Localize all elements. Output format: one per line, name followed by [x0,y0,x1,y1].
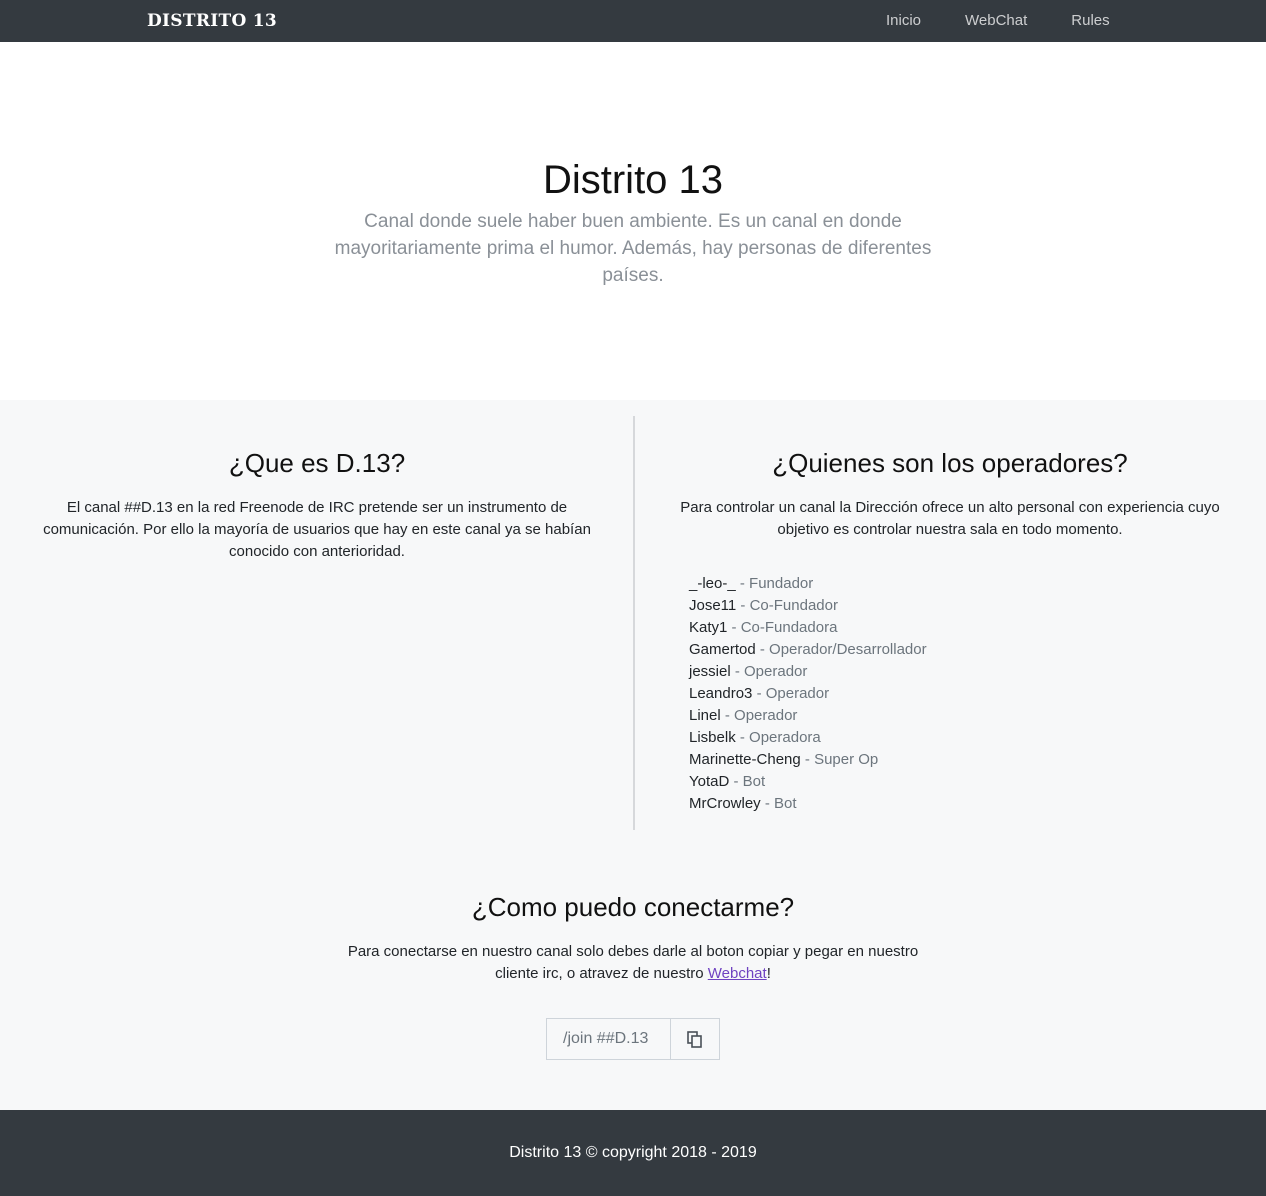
operator-role: - Co-Fundadora [727,619,838,636]
operators-title: ¿Quienes son los operadores? [772,448,1128,478]
operator-nick: Linel [689,707,721,724]
list-item: MrCrowley - Bot [689,793,1266,815]
navbar: DISTRITO 13 Inicio WebChat Rules [0,0,1266,42]
operator-role: - Bot [760,795,797,812]
list-item: Gamertod - Operador/Desarrollador [689,639,1266,661]
operator-nick: _-leo-_ [689,575,736,592]
operator-nick: Jose11 [689,597,737,614]
list-item: Leandro3 - Operador [689,683,1266,705]
operator-role: - Super Op [800,751,879,768]
operator-nick: Gamertod [689,641,756,658]
operator-nick: Leandro3 [689,685,753,702]
operator-nick: jessiel [689,663,731,680]
copy-icon [687,1030,702,1048]
about-section: ¿Que es D.13? El canal ##D.13 en la red … [0,400,1266,1110]
about-title: ¿Que es D.13? [228,448,406,478]
operator-role: - Fundador [735,575,814,592]
list-item: Katy1 - Co-Fundadora [689,617,1266,639]
webchat-link[interactable]: Webchat [708,965,767,982]
copy-button[interactable] [671,1019,719,1059]
footer: Distrito 13 © copyright 2018 - 2019 [0,1110,1266,1196]
operators-list: _-leo-_ - Fundador Jose11 - Co-Fundador … [634,573,1266,815]
operator-role: - Bot [729,773,766,790]
operator-role: - Co-Fundador [736,597,838,614]
list-item: Jose11 - Co-Fundador [689,595,1266,617]
nav-links: Inicio WebChat Rules [886,12,1110,29]
operator-role: - Operador/Desarrollador [755,641,927,658]
operator-role: - Operadora [735,729,821,746]
join-command-field[interactable] [547,1019,671,1059]
list-item: Lisbelk - Operadora [689,727,1266,749]
list-item: Linel - Operador [689,705,1266,727]
operator-role: - Operador [752,685,830,702]
list-item: Marinette-Cheng - Super Op [689,749,1266,771]
connect-text-before: Para conectarse en nuestro canal solo de… [347,943,919,982]
operator-nick: Katy1 [689,619,728,636]
about-column: ¿Que es D.13? El canal ##D.13 en la red … [0,400,634,563]
operators-column: ¿Quienes son los operadores? Para contro… [634,400,1266,815]
operator-nick: Marinette-Cheng [689,751,801,768]
hero-lead: Canal donde suele haber buen ambiente. E… [334,211,932,286]
operator-nick: YotaD [689,773,730,790]
connect-title: ¿Como puedo conectarme? [471,892,795,922]
footer-copyright: Distrito 13 © copyright 2018 - 2019 [509,1144,757,1161]
nav-link-webchat[interactable]: WebChat [965,12,1027,29]
hero: Distrito 13 Canal donde suele haber buen… [0,42,1266,400]
operator-nick: Lisbelk [689,729,736,746]
nav-link-inicio[interactable]: Inicio [886,12,921,29]
list-item: YotaD - Bot [689,771,1266,793]
nav-link-rules[interactable]: Rules [1071,12,1109,29]
operator-nick: MrCrowley [689,795,761,812]
list-item: jessiel - Operador [689,661,1266,683]
operator-role: - Operador [730,663,808,680]
join-command-group [546,1018,720,1060]
connect-text-after: ! [766,965,771,982]
operators-text: Para controlar un canal la Dirección ofr… [680,499,1220,538]
hero-title: Distrito 13 [542,158,724,202]
list-item: _-leo-_ - Fundador [689,573,1266,595]
connect-text: Para conectarse en nuestro canal solo de… [333,941,933,985]
operator-role: - Operador [720,707,798,724]
about-text: El canal ##D.13 en la red Freenode de IR… [43,499,591,560]
brand-logo[interactable]: DISTRITO 13 [147,11,277,31]
connect-section: ¿Como puedo conectarme? Para conectarse … [0,870,1266,1060]
